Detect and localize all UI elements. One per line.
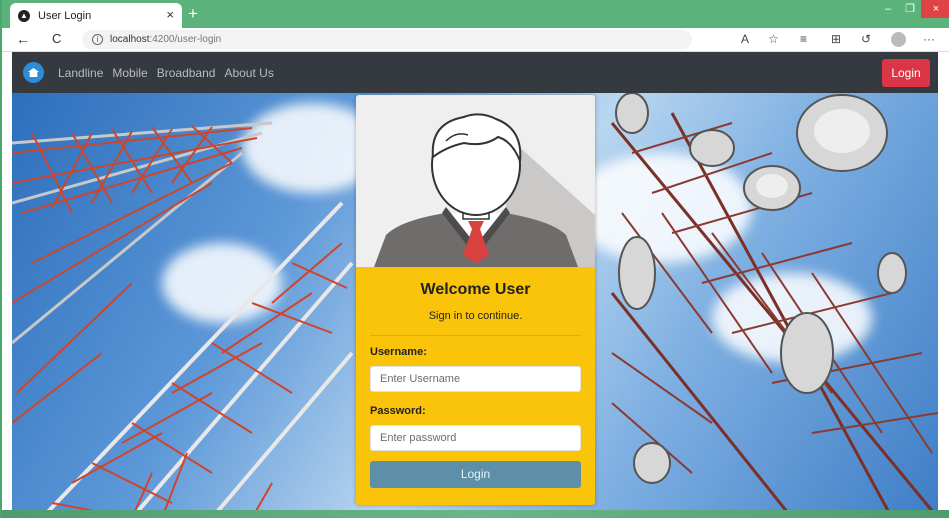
tab-close-icon[interactable]: × bbox=[166, 7, 174, 22]
password-input[interactable] bbox=[370, 425, 581, 451]
favorites-icon[interactable]: ≡ bbox=[800, 32, 807, 46]
history-icon[interactable]: ↺ bbox=[861, 32, 871, 46]
tab-bar: ▲ User Login × + – ❐ × bbox=[2, 0, 949, 28]
taskbar-strip bbox=[2, 510, 949, 518]
close-window-icon[interactable]: × bbox=[921, 0, 949, 18]
signin-subtitle: Sign in to continue. bbox=[428, 310, 523, 322]
browser-tab[interactable]: ▲ User Login × bbox=[10, 3, 182, 28]
home-icon[interactable] bbox=[23, 62, 44, 83]
top-navbar: Landline Mobile Broadband About Us Login bbox=[12, 52, 938, 93]
browser-window: ▲ User Login × + – ❐ × ← C i localhost:42… bbox=[0, 0, 949, 518]
read-aloud-icon[interactable]: A bbox=[741, 32, 749, 46]
login-form: Welcome User Sign in to continue. Userna… bbox=[356, 267, 595, 505]
username-label: Username: bbox=[370, 346, 427, 358]
login-card: Welcome User Sign in to continue. Userna… bbox=[356, 95, 595, 505]
angular-favicon-icon: ▲ bbox=[18, 9, 30, 22]
welcome-heading: Welcome User bbox=[420, 281, 531, 298]
tab-title: User Login bbox=[38, 9, 92, 22]
nav-link-about-us[interactable]: About Us bbox=[224, 66, 273, 80]
url-path: :4200/user-login bbox=[149, 34, 222, 45]
favorite-icon[interactable]: ☆ bbox=[768, 32, 779, 46]
form-divider bbox=[370, 335, 581, 336]
url-field[interactable]: i localhost:4200/user-login bbox=[82, 30, 692, 49]
url-host: localhost bbox=[110, 34, 150, 45]
refresh-icon[interactable]: C bbox=[52, 31, 61, 46]
telecom-tower-background: Welcome User Sign in to continue. Userna… bbox=[12, 93, 938, 518]
info-icon[interactable]: i bbox=[92, 34, 103, 45]
back-icon[interactable]: ← bbox=[16, 31, 30, 47]
more-icon[interactable]: ··· bbox=[923, 32, 935, 46]
page-viewport: Landline Mobile Broadband About Us Login bbox=[12, 52, 938, 518]
nav-link-landline[interactable]: Landline bbox=[58, 66, 103, 80]
nav-link-mobile[interactable]: Mobile bbox=[112, 66, 147, 80]
password-label: Password: bbox=[370, 405, 426, 417]
navbar-login-button[interactable]: Login bbox=[882, 59, 930, 87]
address-bar: ← C i localhost:4200/user-login A ☆ ≡ ⊞ ↺… bbox=[2, 28, 949, 52]
maximize-icon[interactable]: ❐ bbox=[899, 0, 921, 18]
minimize-icon[interactable]: – bbox=[877, 0, 899, 18]
collections-icon[interactable]: ⊞ bbox=[831, 32, 841, 46]
profile-avatar[interactable] bbox=[891, 32, 906, 47]
nav-link-broadband[interactable]: Broadband bbox=[157, 66, 216, 80]
window-controls: – ❐ × bbox=[877, 0, 949, 22]
login-button[interactable]: Login bbox=[370, 461, 581, 488]
user-avatar-illustration bbox=[356, 95, 595, 267]
new-tab-icon[interactable]: + bbox=[188, 4, 198, 24]
username-input[interactable] bbox=[370, 366, 581, 392]
